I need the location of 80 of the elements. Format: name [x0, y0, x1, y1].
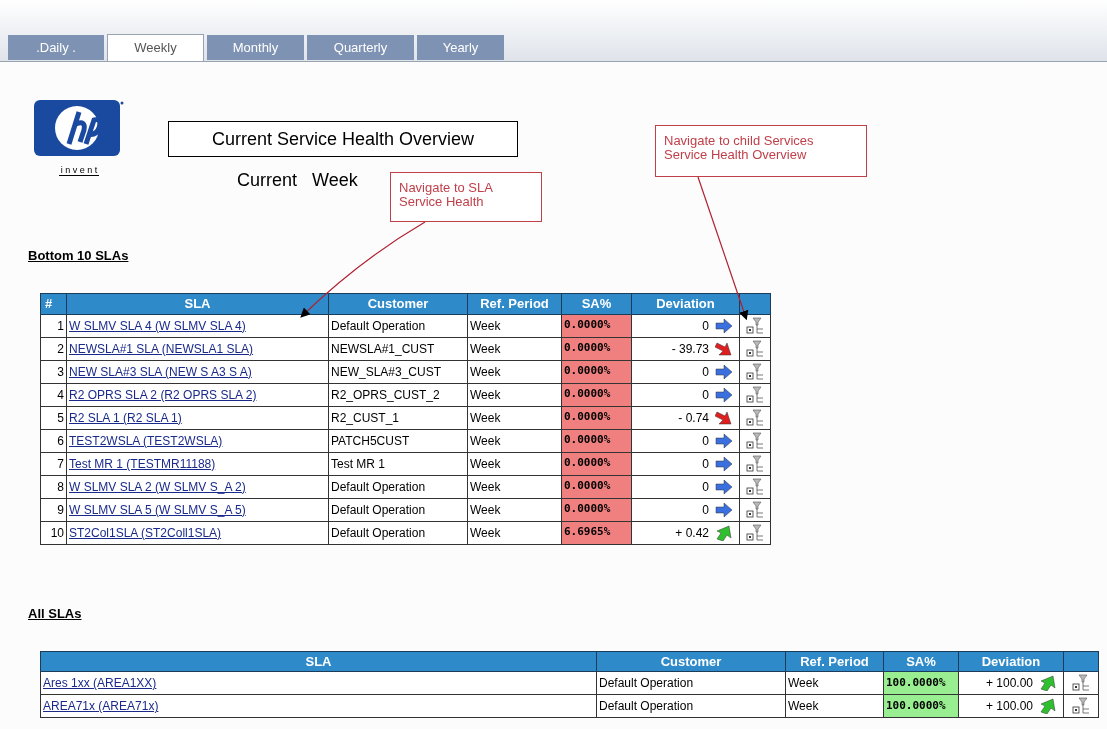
table-cell: Week — [467, 475, 562, 498]
table-cell: PATCH5CUST — [328, 429, 468, 452]
table-cell: Week — [467, 383, 562, 406]
deviation-value: - 39.73 — [671, 340, 709, 358]
table-cell: Test MR 1 — [328, 452, 468, 475]
column-header: # — [40, 293, 67, 314]
table-cell: 9 — [40, 498, 67, 521]
column-header: Deviation — [958, 651, 1064, 672]
table-cell: NEW_SLA#3_CUST — [328, 360, 468, 383]
down-arrow-icon — [715, 340, 733, 357]
table-cell: Week — [467, 429, 562, 452]
column-header: Deviation — [631, 293, 740, 314]
column-header: SLA — [40, 651, 597, 672]
right-arrow-icon — [715, 501, 733, 518]
column-header: Customer — [328, 293, 468, 314]
table-cell: NEWSLA#1_CUST — [328, 337, 468, 360]
table-cell: 1 — [40, 314, 67, 337]
table-cell: Default Operation — [328, 498, 468, 521]
hierarchy-icon[interactable] — [746, 316, 764, 335]
down-arrow-icon — [715, 409, 733, 426]
up-arrow-icon — [715, 524, 733, 541]
table-cell: Week — [467, 314, 562, 337]
section-heading: Bottom 10 SLAs — [28, 247, 129, 265]
right-arrow-icon — [715, 432, 733, 449]
table-cell: 6 — [40, 429, 67, 452]
table-cell: 2 — [40, 337, 67, 360]
up-arrow-icon — [1039, 698, 1057, 714]
deviation-value: 0 — [702, 432, 709, 450]
deviation-value: + 0.42 — [675, 524, 709, 542]
logo-tagline: i n v e n t — [58, 165, 100, 176]
table-cell: Default Operation — [596, 694, 786, 718]
column-header: Ref. Period — [785, 651, 884, 672]
callout-box: Navigate to child Services Service Health Overview — [655, 125, 867, 177]
column-header: Ref. Period — [467, 293, 562, 314]
table-cell: R2_CUST_1 — [328, 406, 468, 429]
deviation-value: 0 — [702, 317, 709, 335]
sla-link[interactable]: Ares 1xx (AREA1XX) — [43, 676, 157, 690]
column-header: SA% — [883, 651, 959, 672]
table-cell: R2_OPRS_CUST_2 — [328, 383, 468, 406]
deviation-value: 0 — [702, 501, 709, 519]
page-title: Current Service Health Overview — [168, 121, 518, 157]
table-cell: 10 — [40, 521, 67, 544]
table-cell: Week — [467, 521, 562, 544]
table-cell: 8 — [40, 475, 67, 498]
section-heading: All SLAs — [28, 604, 82, 623]
deviation-value: 0 — [702, 478, 709, 496]
table-cell: 7 — [40, 452, 67, 475]
table-cell: Default Operation — [328, 314, 468, 337]
table-cell: 3 — [40, 360, 67, 383]
table-cell: Week — [785, 694, 884, 718]
table-cell: Week — [467, 406, 562, 429]
deviation-value: 0 — [702, 363, 709, 381]
table-cell: Week — [467, 452, 562, 475]
deviation-value: - 0.74 — [678, 409, 709, 427]
table-cell: Default Operation — [596, 671, 786, 695]
table-cell: Default Operation — [328, 475, 468, 498]
right-arrow-icon — [715, 386, 733, 403]
deviation-value: 0 — [702, 386, 709, 404]
column-header: SA% — [561, 293, 632, 314]
table-cell: Week — [467, 498, 562, 521]
table-cell: Default Operation — [328, 521, 468, 544]
period-tab[interactable]: Weekly — [107, 34, 204, 61]
table-cell: Week — [467, 360, 562, 383]
right-arrow-icon — [715, 478, 733, 495]
callout-box: Navigate to SLA Service Health — [390, 172, 542, 222]
column-header: Customer — [596, 651, 786, 672]
deviation-value: + 100.00 — [985, 698, 1033, 715]
period-subtitle: Current Week — [237, 169, 358, 192]
deviation-value: 0 — [702, 455, 709, 473]
table-cell: Week — [785, 671, 884, 695]
deviation-value: + 100.00 — [985, 675, 1033, 692]
right-arrow-icon — [715, 455, 733, 472]
right-arrow-icon — [715, 363, 733, 380]
table-cell: 4 — [40, 383, 67, 406]
right-arrow-icon — [715, 317, 733, 334]
column-header: SLA — [66, 293, 329, 314]
sla-link[interactable]: AREA71x (AREA71x) — [43, 699, 159, 713]
up-arrow-icon — [1039, 675, 1057, 691]
table-cell: 5 — [40, 406, 67, 429]
table-cell: Week — [467, 337, 562, 360]
